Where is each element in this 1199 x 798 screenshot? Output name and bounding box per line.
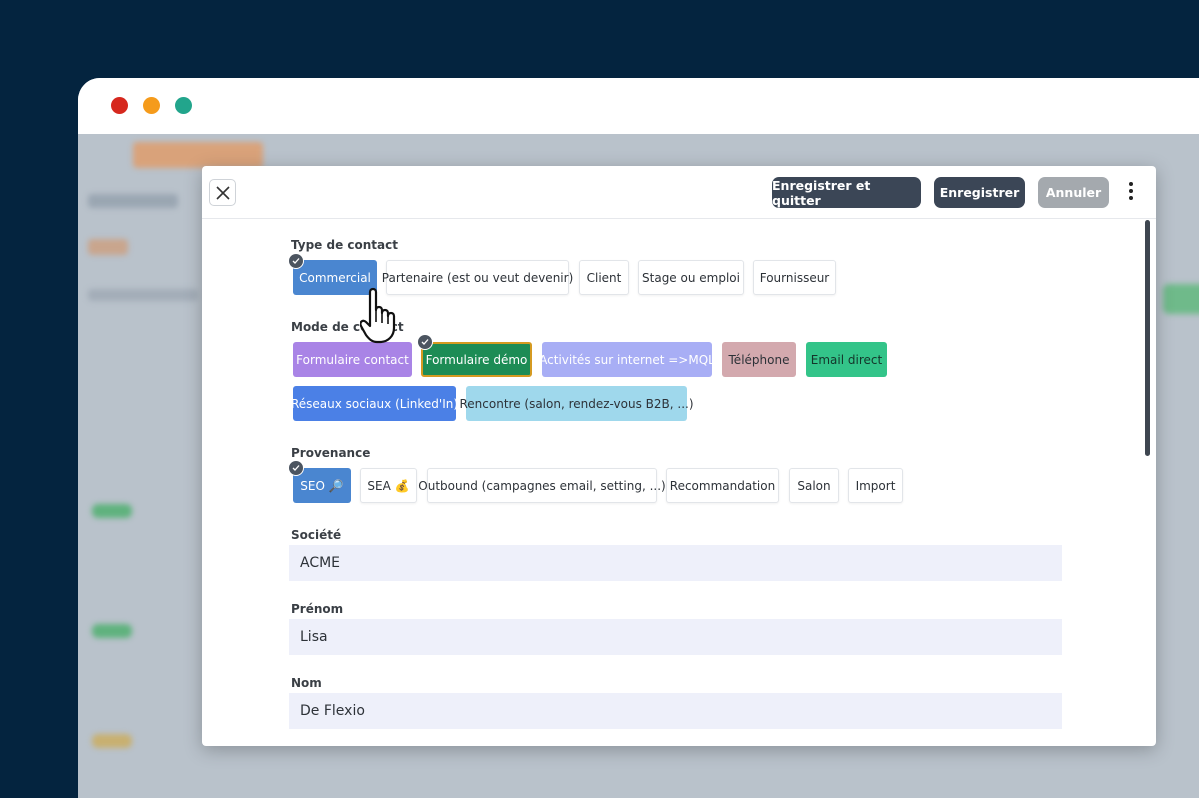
close-icon (215, 185, 230, 200)
cancel-button[interactable]: Annuler (1038, 177, 1109, 208)
provenance-label: Provenance (291, 446, 371, 460)
contact-type-option-client[interactable]: Client (579, 260, 629, 295)
first-name-input[interactable]: Lisa (289, 619, 1062, 655)
contact-modal: Enregistrer et quitter Enregistrer Annul… (202, 166, 1156, 746)
selected-check-icon (288, 460, 304, 476)
contact-mode-option-rencontre[interactable]: Rencontre (salon, rendez-vous B2B, ...) (459, 386, 694, 421)
selected-check-icon (288, 253, 304, 269)
contact-mode-option-activites-internet[interactable]: Activités sur internet =>MQL (539, 342, 715, 377)
provenance-option-salon[interactable]: Salon (789, 468, 839, 503)
window-minimize-dot[interactable] (143, 97, 160, 114)
save-button[interactable]: Enregistrer (934, 177, 1025, 208)
provenance-option-outbound[interactable]: Outbound (campagnes email, setting, ...) (418, 468, 666, 503)
blurred-menu-item (88, 194, 178, 208)
modal-scrollbar[interactable] (1145, 220, 1150, 456)
contact-type-label: Type de contact (291, 238, 398, 252)
window-close-dot[interactable] (111, 97, 128, 114)
company-label: Société (291, 528, 342, 542)
blurred-status-badge (92, 504, 132, 518)
contact-type-option-fournisseur[interactable]: Fournisseur (753, 260, 836, 295)
contact-mode-option-email-direct[interactable]: Email direct (806, 342, 887, 377)
contact-mode-option-telephone[interactable]: Téléphone (722, 342, 796, 377)
blurred-action-button (1163, 284, 1199, 314)
provenance-option-import[interactable]: Import (848, 468, 903, 503)
contact-type-option-partenaire[interactable]: Partenaire (est ou veut devenir) (382, 260, 573, 295)
modal-header: Enregistrer et quitter Enregistrer Annul… (202, 166, 1156, 219)
contact-mode-option-formulaire-demo[interactable]: Formulaire démo (421, 342, 532, 377)
window-titlebar (78, 78, 1199, 134)
more-options-icon[interactable] (1123, 180, 1139, 204)
blurred-menu-item (88, 289, 198, 301)
provenance-option-sea[interactable]: SEA 💰 (360, 468, 417, 503)
blurred-logo (133, 142, 263, 168)
contact-mode-option-reseaux-sociaux[interactable]: Réseaux sociaux (Linked'In) (291, 386, 458, 421)
window-maximize-dot[interactable] (175, 97, 192, 114)
selected-check-icon (417, 334, 433, 350)
blurred-status-badge (92, 624, 132, 638)
hand-pointer-cursor-icon (360, 287, 396, 344)
company-input[interactable]: ACME (289, 545, 1062, 581)
contact-type-option-stage[interactable]: Stage ou emploi (638, 260, 744, 295)
last-name-label: Nom (291, 676, 322, 690)
close-modal-button[interactable] (209, 179, 236, 206)
blurred-status-badge (92, 734, 132, 748)
blurred-menu-item (88, 239, 128, 255)
contact-mode-option-formulaire-contact[interactable]: Formulaire contact (293, 342, 412, 377)
provenance-option-recommandation[interactable]: Recommandation (666, 468, 779, 503)
last-name-input[interactable]: De Flexio (289, 693, 1062, 729)
first-name-label: Prénom (291, 602, 344, 616)
save-and-quit-button[interactable]: Enregistrer et quitter (772, 177, 921, 208)
